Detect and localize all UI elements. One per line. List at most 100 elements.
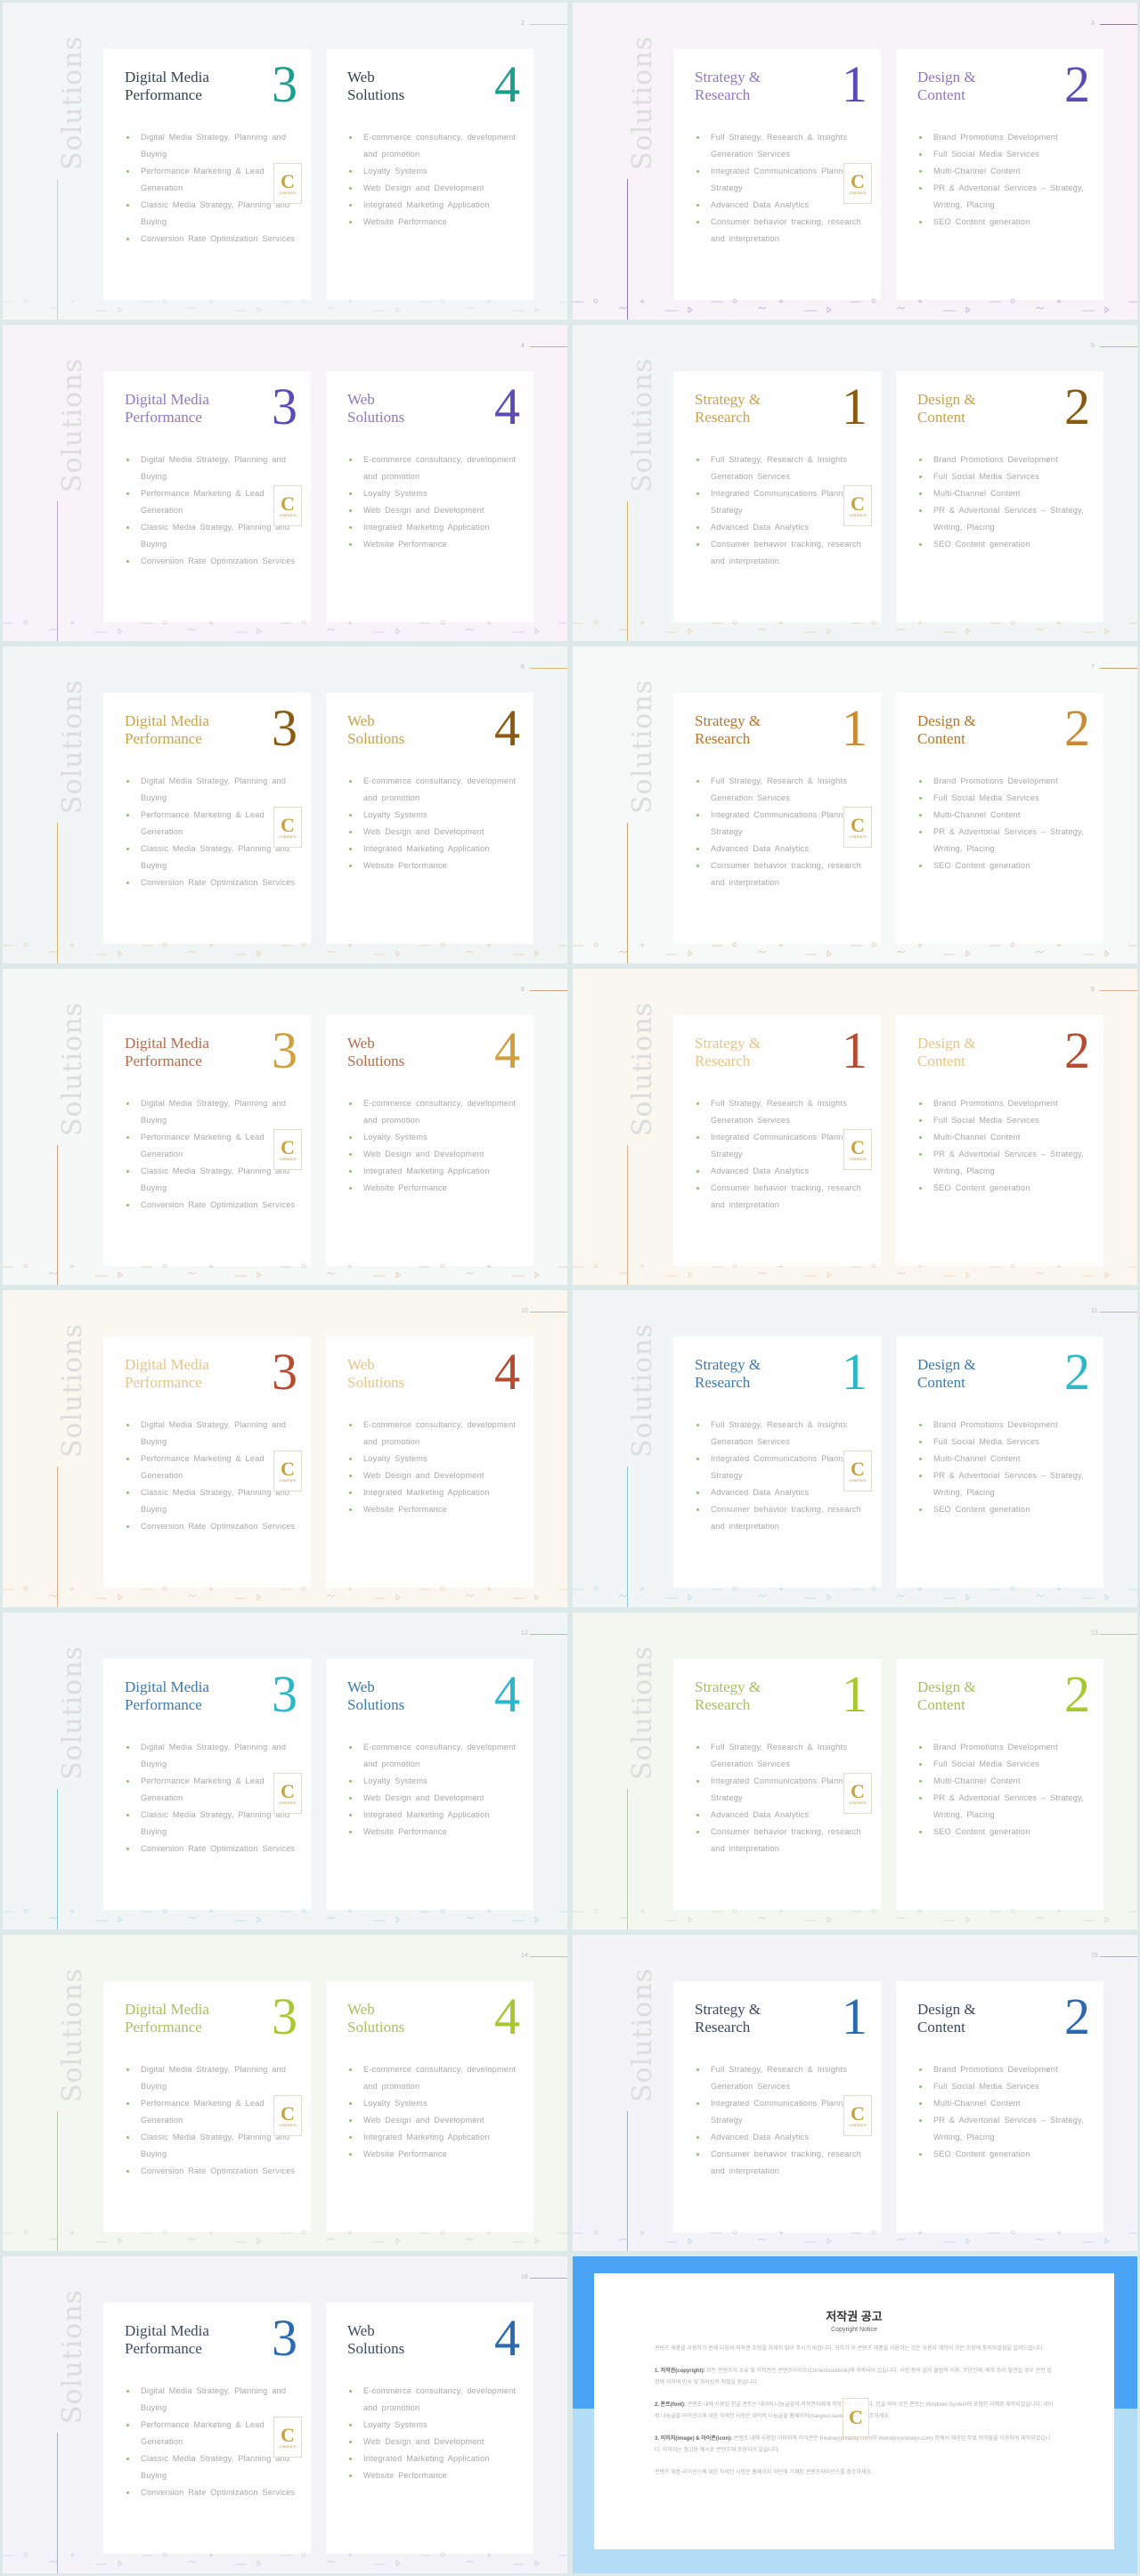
side-title: Solutions xyxy=(57,36,88,170)
page-number: 11 xyxy=(1091,1308,1098,1315)
service-card: Design & Content 2 Brand Promotions Develo… xyxy=(896,1980,1103,2232)
logo-letter: C xyxy=(281,1779,295,1802)
bullet-dot-icon xyxy=(919,153,922,156)
bullet-item: Full Social Media Services xyxy=(917,1112,1100,1129)
bullet-dot-icon xyxy=(696,1169,699,1173)
bullet-item: Full Strategy, Research & Insights Gener… xyxy=(695,2061,877,2095)
card-number: 3 xyxy=(272,377,297,435)
bullet-dot-icon xyxy=(126,1458,129,1461)
logo-text: CONTENTS xyxy=(279,1157,297,1161)
card-number: 4 xyxy=(494,1020,520,1079)
logo-letter: C xyxy=(851,814,865,837)
logo: C CONTENTS xyxy=(843,2094,872,2136)
card-title: Digital Media Performance xyxy=(125,1034,209,1069)
card-title: Web Solutions xyxy=(347,2322,405,2358)
card-title: Strategy & Research xyxy=(695,390,761,426)
bullet-dot-icon xyxy=(126,559,129,563)
card-number: 4 xyxy=(494,699,520,758)
bullet-dot-icon xyxy=(349,458,352,461)
decorative-pattern xyxy=(573,1262,1137,1281)
bullet-dot-icon xyxy=(696,1458,699,1461)
bullet-item: Conversion Rate Optimization Services xyxy=(125,874,307,891)
bullet-dot-icon xyxy=(349,2474,352,2478)
bullet-item: Brand Promotions Development xyxy=(917,451,1100,468)
page-number: 16 xyxy=(521,2274,528,2281)
service-card: Digital Media Performance 3 Digital Media … xyxy=(103,1980,311,2232)
logo-letter: C xyxy=(851,1458,865,1481)
bullet-item: Website Performance xyxy=(347,1180,530,1197)
card-number: 1 xyxy=(842,699,867,758)
bullet-item: Multi-Channel Content xyxy=(917,807,1100,824)
bullet-item: Loyalty Systems xyxy=(347,2417,530,2434)
bullet-dot-icon xyxy=(349,2424,352,2427)
card-title: Design & Content xyxy=(917,390,976,426)
bullet-item: Full Social Media Services xyxy=(917,1434,1100,1451)
card-number: 3 xyxy=(272,1343,297,1402)
decorative-pattern xyxy=(573,1906,1137,1926)
bullet-dot-icon xyxy=(919,814,922,817)
card-title: Strategy & Research xyxy=(695,1356,761,1392)
bullet-item: SEO Content generation xyxy=(917,536,1100,553)
logo-text: CONTENTS xyxy=(849,1157,867,1161)
bullet-dot-icon xyxy=(349,2068,352,2071)
bullet-list: E-commerce consultancy, development and … xyxy=(347,129,530,231)
bullet-item: Digital Media Strategy, Planning and Buy… xyxy=(125,1739,307,1773)
logo: C CONTENTS xyxy=(273,163,302,204)
page-line xyxy=(530,1955,567,1957)
slide-10: Solutions 10 Digital Media Performance 3 Dig… xyxy=(3,1290,567,1607)
bullet-list: Brand Promotions Development Full Social … xyxy=(917,2061,1100,2163)
logo: C CONTENTS xyxy=(273,1128,302,1170)
bullet-item: Website Performance xyxy=(347,1824,530,1841)
bullet-item: Digital Media Strategy, Planning and Buy… xyxy=(125,129,307,163)
bullet-item: Brand Promotions Development xyxy=(917,1739,1100,1756)
bullet-dot-icon xyxy=(919,170,922,173)
logo-letter: C xyxy=(851,2101,865,2125)
bullet-item: Website Performance xyxy=(347,857,530,874)
bullet-item: E-commerce consultancy, development and … xyxy=(347,451,530,485)
bullet-list: E-commerce consultancy, development and … xyxy=(347,1095,530,1197)
card-number: 4 xyxy=(494,1664,520,1723)
bullet-item: Website Performance xyxy=(347,1501,530,1518)
bullet-item: Full Social Media Services xyxy=(917,1756,1100,1773)
card-title: Digital Media Performance xyxy=(125,390,209,426)
card-title: Digital Media Performance xyxy=(125,2000,209,2036)
logo: C CONTENTS xyxy=(273,2094,302,2136)
logo-letter: C xyxy=(281,492,295,515)
decorative-pattern xyxy=(3,940,567,960)
bullet-dot-icon xyxy=(919,1152,922,1156)
page-line xyxy=(1100,1633,1137,1635)
logo-letter: C xyxy=(851,170,865,192)
bullet-dot-icon xyxy=(696,780,699,784)
bullet-dot-icon xyxy=(126,204,129,207)
page-number: 6 xyxy=(521,664,525,671)
logo-text: CONTENTS xyxy=(849,835,867,840)
bullet-item: Digital Media Strategy, Planning and Buy… xyxy=(125,773,307,807)
bullet-dot-icon xyxy=(349,1475,352,1478)
bullet-dot-icon xyxy=(919,865,922,868)
bullet-dot-icon xyxy=(349,492,352,495)
card-title: Web Solutions xyxy=(347,2000,405,2036)
side-title: Solutions xyxy=(57,2289,88,2425)
service-card: Web Solutions 4 E-commerce consultancy, de… xyxy=(326,1658,533,1910)
slide-14: Solutions 14 Digital Media Performance 3 Dig… xyxy=(3,1934,567,2252)
logo-letter: C xyxy=(281,2101,295,2125)
bullet-item: E-commerce consultancy, development and … xyxy=(347,773,530,807)
slide-5: Solutions 5 Strategy & Research 1 Full Strat… xyxy=(573,324,1137,642)
service-card: Web Solutions 4 E-commerce consultancy, de… xyxy=(326,2303,533,2555)
bullet-item: Full Social Media Services xyxy=(917,2078,1100,2095)
service-card: Web Solutions 4 E-commerce consultancy, de… xyxy=(326,49,533,300)
bullet-dot-icon xyxy=(349,170,352,173)
logo: C CONTENTS xyxy=(273,2417,302,2458)
bullet-item: Consumer behavior tracking, research and… xyxy=(695,1501,877,1535)
bullet-dot-icon xyxy=(349,2390,352,2393)
bullet-item: PR & Advertorial Services – Strategy, Wr… xyxy=(917,1146,1100,1180)
slide-8: Solutions 8 Digital Media Performance 3 Digi… xyxy=(3,968,567,1286)
card-title: Digital Media Performance xyxy=(125,1356,209,1392)
bullet-item: E-commerce consultancy, development and … xyxy=(347,2061,530,2095)
logo-text: CONTENTS xyxy=(849,513,867,517)
card-number: 3 xyxy=(272,2309,297,2368)
logo-text: CONTENTS xyxy=(849,2123,867,2127)
bullet-dot-icon xyxy=(919,1830,922,1833)
slide-4: Solutions 4 Digital Media Performance 3 Digi… xyxy=(3,324,567,642)
bullet-item: Full Strategy, Research & Insights Gener… xyxy=(695,451,877,485)
